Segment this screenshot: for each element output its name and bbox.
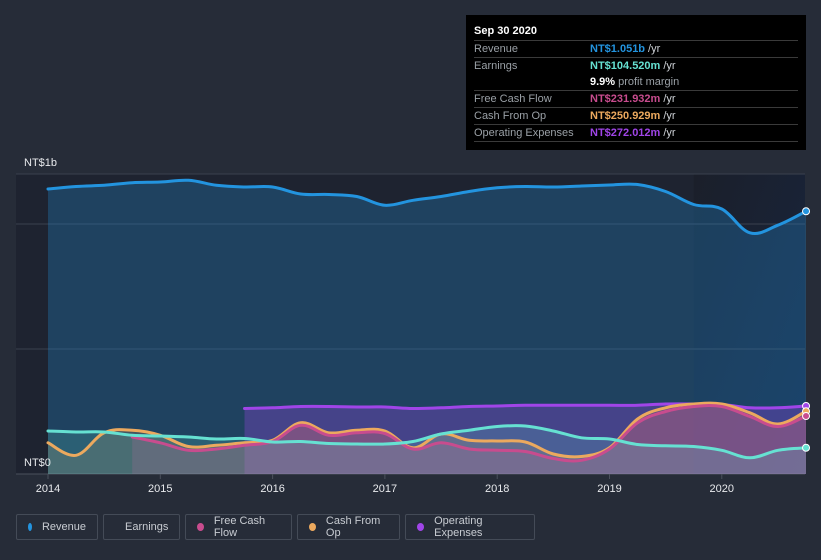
tooltip-row-opex: Operating Expenses NT$272.012m /yr xyxy=(474,125,798,142)
legend-dot-icon xyxy=(197,523,204,531)
tooltip-label: Free Cash Flow xyxy=(474,93,552,105)
tooltip-value: NT$231.932m xyxy=(590,93,661,105)
legend-item-cash-from-op[interactable]: Cash From Op xyxy=(297,514,400,540)
tooltip-row-revenue: Revenue NT$1.051b /yr xyxy=(474,41,798,58)
legend-label: Cash From Op xyxy=(325,515,381,539)
tooltip-unit: /yr xyxy=(663,60,676,72)
legend-dot-icon xyxy=(417,523,425,531)
legend-label: Earnings xyxy=(125,521,169,533)
tooltip-row-earnings: Earnings NT$104.520m /yr xyxy=(474,58,798,74)
legend-label: Free Cash Flow xyxy=(213,515,266,539)
x-tick-label: 2018 xyxy=(485,483,509,495)
tooltip-label: Earnings xyxy=(474,60,518,72)
x-axis: 2014 2015 2016 2017 2018 2019 2020 xyxy=(36,474,734,495)
tooltip-panel: Sep 30 2020 Revenue NT$1.051b /yr Earnin… xyxy=(466,15,806,150)
tooltip-date: Sep 30 2020 xyxy=(474,23,798,41)
tooltip-value: NT$250.929m xyxy=(590,110,661,122)
tooltip-unit: /yr xyxy=(663,110,676,122)
legend: Revenue Earnings Free Cash Flow Cash Fro… xyxy=(16,514,535,540)
legend-item-free-cash-flow[interactable]: Free Cash Flow xyxy=(185,514,292,540)
profit-margin-value: 9.9% xyxy=(590,76,616,88)
tooltip-row-cfo: Cash From Op NT$250.929m /yr xyxy=(474,108,798,125)
tooltip-unit: /yr xyxy=(663,93,676,105)
tooltip-label: Operating Expenses xyxy=(474,127,574,139)
x-tick-label: 2020 xyxy=(710,483,734,495)
x-tick-label: 2015 xyxy=(148,483,172,495)
tooltip-row-fcf: Free Cash Flow NT$231.932m /yr xyxy=(474,91,798,108)
tooltip-value: NT$272.012m xyxy=(590,127,661,139)
end-marker-earnings xyxy=(802,443,811,452)
tooltip-value: NT$104.520m xyxy=(590,60,661,72)
legend-dot-icon xyxy=(28,523,32,531)
profit-margin-label: profit margin xyxy=(618,76,680,88)
tooltip-row-margin: 9.9% profit margin xyxy=(474,74,798,91)
legend-label: Revenue xyxy=(41,521,86,533)
y-tick-label-top: NT$1b xyxy=(24,157,57,169)
legend-item-earnings[interactable]: Earnings xyxy=(103,514,180,540)
y-tick-label-zero: NT$0 xyxy=(24,457,51,469)
x-tick-label: 2019 xyxy=(597,483,621,495)
legend-item-revenue[interactable]: Revenue xyxy=(16,514,98,540)
tooltip-label: Cash From Op xyxy=(474,110,547,122)
x-tick-label: 2016 xyxy=(260,483,284,495)
legend-dot-icon xyxy=(309,523,316,531)
end-marker-free-cash-flow xyxy=(802,412,811,420)
series-areas xyxy=(48,180,807,475)
x-tick-label: 2017 xyxy=(373,483,397,495)
tooltip-unit: /yr xyxy=(648,43,661,55)
end-marker-revenue xyxy=(802,207,811,216)
legend-item-operating-expenses[interactable]: Operating Expenses xyxy=(405,514,535,540)
tooltip-unit: /yr xyxy=(663,127,676,139)
tooltip-value: NT$1.051b xyxy=(590,43,646,55)
tooltip-label: Revenue xyxy=(474,43,519,55)
x-tick-label: 2014 xyxy=(36,483,60,495)
legend-label: Operating Expenses xyxy=(434,515,483,539)
